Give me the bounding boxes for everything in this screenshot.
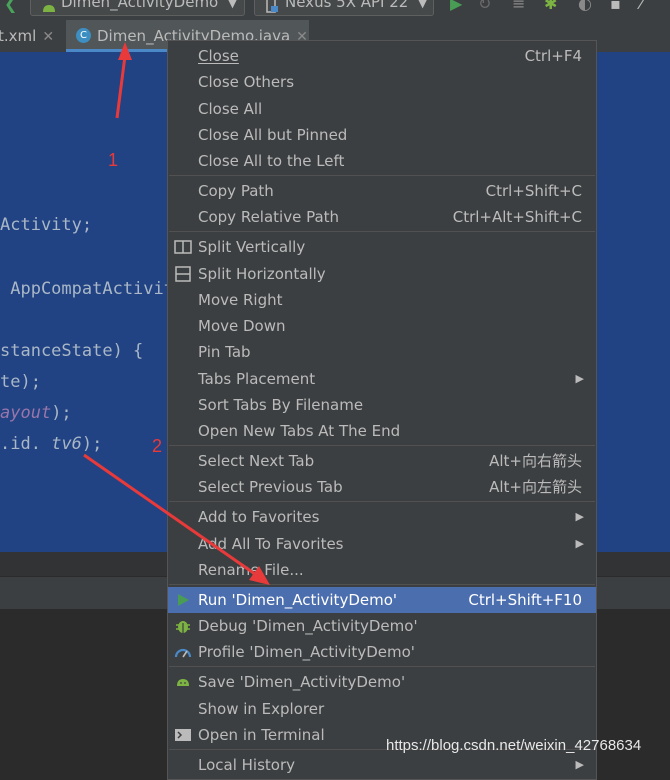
- annotation-arrowhead-2: [249, 566, 270, 585]
- annotation-label-1: 1: [108, 150, 119, 170]
- annotation-arrowhead-1: [118, 42, 132, 60]
- annotation-arrow-1: [115, 55, 127, 119]
- annotation-overlay: [83, 42, 270, 585]
- annotation-arrow-2: [83, 453, 256, 576]
- annotation-label-2: 2: [152, 436, 163, 456]
- watermark-text: https://blog.csdn.net/weixin_42768634: [386, 737, 642, 754]
